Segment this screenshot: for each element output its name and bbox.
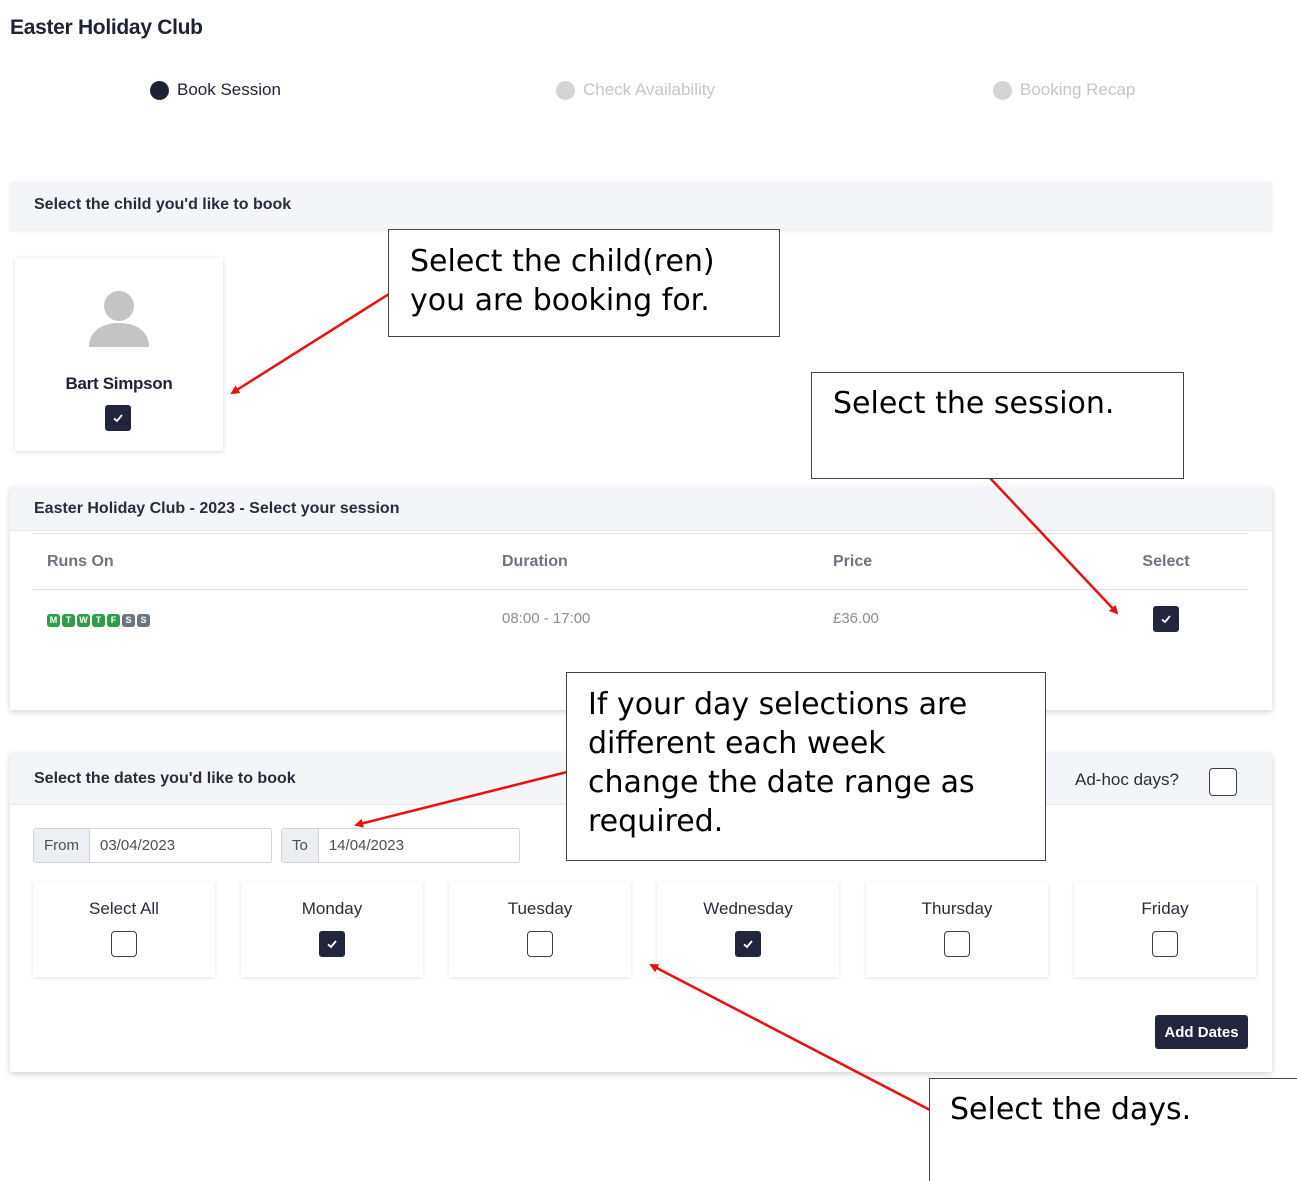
duration-cell: 08:00 - 17:00 [502, 610, 591, 628]
child-card[interactable]: Bart Simpson [15, 258, 223, 451]
day-option-label: Monday [301, 899, 363, 918]
checkmark-icon [743, 940, 753, 949]
child-section: Select the child you'd like to book [10, 181, 1272, 229]
day-option-monday[interactable]: Monday [241, 882, 423, 977]
day-option-label: Friday [1141, 899, 1189, 918]
thursday-checkbox[interactable] [944, 931, 970, 957]
callout-line: change the date range as [588, 765, 975, 800]
from-date-group: From 03/04/2023 [33, 828, 272, 863]
callout-line: Select the child(ren) [410, 244, 715, 279]
select-all-checkbox[interactable] [111, 931, 137, 957]
step-inactive-dot-icon [556, 80, 575, 100]
to-label: To [282, 829, 319, 862]
dates-section-header: Select the dates you'd like to book [34, 769, 296, 787]
step-book-session[interactable]: Book Session [150, 80, 281, 100]
day-badge-thursday: T [92, 613, 105, 627]
step-label: Booking Recap [1020, 80, 1136, 99]
runs-on-cell: MTWTFSS [33, 590, 502, 648]
checkmark-icon [1161, 615, 1171, 624]
child-select-checkbox[interactable] [105, 405, 131, 431]
step-booking-recap[interactable]: Booking Recap [993, 80, 1135, 100]
day-option-label: Wednesday [703, 899, 793, 918]
day-badge-monday: M [47, 613, 60, 627]
day-option-friday[interactable]: Friday [1074, 882, 1256, 977]
callout-line: Select the session. [833, 386, 1115, 421]
add-dates-button[interactable]: Add Dates [1155, 1015, 1248, 1049]
to-date-group: To 14/04/2023 [281, 828, 520, 863]
callout-select-session: Select the session. [811, 372, 1184, 479]
day-option-label: Thursday [921, 899, 993, 918]
step-active-dot-icon [150, 80, 169, 100]
step-inactive-dot-icon [993, 80, 1012, 100]
user-avatar-icon [89, 291, 149, 347]
column-header-select: Select [1084, 533, 1248, 590]
callout-line: required. [588, 804, 724, 839]
callout-select-child: Select the child(ren) you are booking fo… [388, 229, 780, 337]
adhoc-days-label: Ad-hoc days? [1075, 770, 1179, 789]
friday-checkbox[interactable] [1152, 931, 1178, 957]
step-label: Check Availability [583, 80, 715, 99]
day-option-thursday[interactable]: Thursday [866, 882, 1048, 977]
from-date-input[interactable]: 03/04/2023 [90, 829, 175, 862]
session-section-header: Easter Holiday Club - 2023 - Select your… [10, 487, 1272, 531]
step-label: Book Session [177, 80, 281, 99]
day-option-tuesday[interactable]: Tuesday [449, 882, 631, 977]
day-option-label: Tuesday [507, 899, 573, 918]
day-badge-friday: F [107, 613, 120, 627]
checkmark-icon [327, 940, 337, 949]
callout-select-days: Select the days. [929, 1078, 1297, 1181]
callout-line: Select the days. [950, 1092, 1192, 1127]
column-header-duration: Duration [502, 533, 833, 590]
wednesday-checkbox[interactable] [735, 931, 761, 957]
session-select-checkbox[interactable] [1153, 605, 1179, 632]
select-cell [1084, 590, 1248, 648]
callout-date-range: If your day selections are different eac… [566, 672, 1046, 861]
tuesday-checkbox[interactable] [527, 931, 553, 957]
child-name: Bart Simpson [65, 374, 173, 393]
session-table: Runs On Duration Price Select MTWTFSS 08… [33, 533, 1248, 648]
monday-checkbox[interactable] [319, 931, 345, 957]
child-section-header: Select the child you'd like to book [10, 181, 1272, 229]
day-option-label: Select All [89, 899, 159, 918]
from-label: From [34, 829, 90, 862]
callout-line: different each week [588, 726, 886, 761]
callout-line: If your day selections are [588, 687, 968, 722]
price-cell: £36.00 [833, 610, 879, 628]
booking-stepper: Book Session Check Availability Booking … [0, 80, 1297, 106]
day-option-select-all[interactable]: Select All [33, 882, 215, 977]
column-header-price: Price [833, 533, 1084, 590]
day-badge-wednesday: W [77, 613, 90, 627]
column-header-runs-on: Runs On [33, 533, 502, 590]
day-badge-saturday: S [122, 613, 135, 627]
to-date-input[interactable]: 14/04/2023 [319, 829, 404, 862]
session-table-header-row: Runs On Duration Price Select [33, 533, 1248, 590]
adhoc-days-checkbox[interactable] [1209, 768, 1237, 796]
day-badge-sunday: S [137, 613, 150, 627]
table-row[interactable]: MTWTFSS 08:00 - 17:00 £36.00 [33, 590, 1248, 648]
step-check-availability[interactable]: Check Availability [556, 80, 715, 100]
checkmark-icon [113, 414, 123, 423]
day-option-wednesday[interactable]: Wednesday [657, 882, 839, 977]
page-title: Easter Holiday Club [10, 16, 203, 39]
callout-line: you are booking for. [410, 283, 710, 318]
day-badge-tuesday: T [62, 613, 75, 627]
arrow-to-child-card [230, 292, 390, 395]
